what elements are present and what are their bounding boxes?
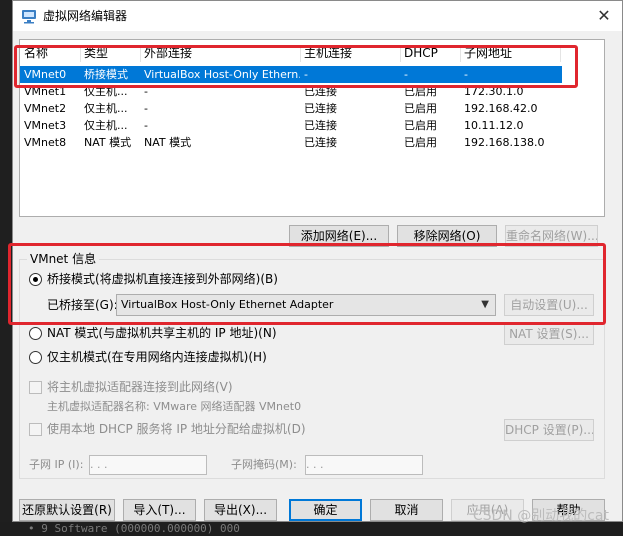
cell-type: NAT 模式	[84, 136, 132, 149]
bridged-adapter-value: VirtualBox Host-Only Ethernet Adapter	[121, 298, 334, 311]
header-type[interactable]: 类型	[84, 45, 141, 62]
import-button[interactable]: 导入(T)...	[123, 499, 196, 521]
connect-adapter-checkbox[interactable]	[29, 381, 42, 394]
cell-subnet: -	[464, 68, 468, 81]
bridged-adapter-select[interactable]: VirtualBox Host-Only Ethernet Adapter ▼	[116, 294, 496, 316]
nat-settings-button[interactable]: NAT 设置(S)...	[504, 323, 594, 345]
table-row[interactable]: VMnet3 仅主机... - 已连接 已启用 10.11.12.0	[20, 117, 604, 134]
network-list[interactable]: 名称 类型 外部连接 主机连接 DHCP 子网地址 VMnet0 桥接模式 Vi…	[19, 39, 605, 217]
cell-name: VMnet2	[24, 102, 67, 115]
hostonly-radio[interactable]	[29, 351, 42, 364]
background-terminal-strip	[0, 0, 12, 536]
use-dhcp-label: 使用本地 DHCP 服务将 IP 地址分配给虚拟机(D)	[47, 422, 306, 436]
cell-name: VMnet0	[24, 68, 67, 81]
bridged-radio[interactable]	[29, 273, 42, 286]
virtual-network-editor-window: 虚拟网络编辑器 ✕ 名称 类型 外部连接 主机连接 DHCP 子网地址 VMne…	[12, 0, 623, 522]
watermark: CSDN @别动我的cat	[472, 508, 609, 524]
rename-network-button[interactable]: 重命名网络(W)...	[505, 225, 598, 247]
remove-network-button[interactable]: 移除网络(O)	[397, 225, 497, 247]
hostonly-label: 仅主机模式(在专用网络内连接虚拟机)(H)	[47, 350, 267, 364]
close-icon[interactable]: ✕	[586, 1, 622, 31]
cell-host: 已连接	[304, 119, 337, 132]
cell-external: -	[144, 102, 148, 115]
bridged-label: 桥接模式(将虚拟机直接连接到外部网络)(B)	[47, 272, 278, 286]
cell-dhcp: 已启用	[404, 85, 437, 98]
ok-button[interactable]: 确定	[289, 499, 362, 521]
subnet-mask-label: 子网掩码(M):	[231, 458, 297, 471]
cell-external: -	[144, 85, 148, 98]
cell-host: 已连接	[304, 136, 337, 149]
cell-host: 已连接	[304, 102, 337, 115]
cell-subnet: 172.30.1.0	[464, 85, 524, 98]
cell-type: 仅主机...	[84, 85, 128, 98]
cell-host: -	[304, 68, 308, 81]
list-header: 名称 类型 外部连接 主机连接 DHCP 子网地址	[20, 45, 604, 62]
nat-radio[interactable]	[29, 327, 42, 340]
cell-host: 已连接	[304, 85, 337, 98]
table-row[interactable]: VMnet8 NAT 模式 NAT 模式 已连接 已启用 192.168.138…	[20, 134, 604, 151]
cell-dhcp: 已启用	[404, 102, 437, 115]
window-title: 虚拟网络编辑器	[43, 9, 128, 23]
header-name[interactable]: 名称	[24, 45, 81, 62]
restore-defaults-button[interactable]: 还原默认设置(R)	[19, 499, 115, 521]
subnet-ip-label: 子网 IP (I):	[29, 458, 84, 471]
nat-label: NAT 模式(与虚拟机共享主机的 IP 地址)(N)	[47, 326, 277, 340]
header-host[interactable]: 主机连接	[304, 45, 401, 62]
dhcp-settings-button[interactable]: DHCP 设置(P)...	[504, 419, 594, 441]
vmnet-info-group	[19, 259, 605, 479]
cell-subnet: 192.168.42.0	[464, 102, 538, 115]
cell-subnet: 192.168.138.0	[464, 136, 545, 149]
header-dhcp[interactable]: DHCP	[404, 45, 461, 62]
vmnet-info-label: VMnet 信息	[27, 252, 100, 266]
table-row[interactable]: VMnet2 仅主机... - 已连接 已启用 192.168.42.0	[20, 100, 604, 117]
adapter-name-label: 主机虚拟适配器名称: VMware 网络适配器 VMnet0	[47, 400, 302, 413]
header-subnet[interactable]: 子网地址	[464, 45, 561, 62]
cell-name: VMnet3	[24, 119, 67, 132]
add-network-button[interactable]: 添加网络(E)...	[289, 225, 389, 247]
auto-settings-button[interactable]: 自动设置(U)...	[504, 294, 594, 316]
chevron-down-icon: ▼	[481, 299, 489, 310]
bridged-to-label: 已桥接至(G):	[47, 298, 118, 312]
table-row[interactable]: VMnet1 仅主机... - 已连接 已启用 172.30.1.0	[20, 83, 604, 100]
cell-external: VirtualBox Host-Only Ethern...	[144, 68, 300, 81]
cell-type: 仅主机...	[84, 119, 128, 132]
subnet-mask-field[interactable]: . . .	[305, 455, 423, 475]
cell-name: VMnet8	[24, 136, 67, 149]
network-app-icon	[22, 10, 36, 24]
header-external[interactable]: 外部连接	[144, 45, 301, 62]
cell-external: -	[144, 119, 148, 132]
cell-subnet: 10.11.12.0	[464, 119, 524, 132]
cell-external: NAT 模式	[144, 136, 192, 149]
cell-name: VMnet1	[24, 85, 67, 98]
title-bar: 虚拟网络编辑器 ✕	[13, 1, 622, 31]
cell-dhcp: 已启用	[404, 119, 437, 132]
subnet-ip-field[interactable]: . . .	[89, 455, 207, 475]
table-row[interactable]: VMnet0 桥接模式 VirtualBox Host-Only Ethern.…	[20, 66, 562, 83]
export-button[interactable]: 导出(X)...	[204, 499, 277, 521]
cell-type: 桥接模式	[84, 68, 128, 81]
cell-dhcp: 已启用	[404, 136, 437, 149]
background-terminal-text: • 9 Software (000000.000000) 000	[0, 522, 623, 536]
use-dhcp-checkbox[interactable]	[29, 423, 42, 436]
connect-adapter-label: 将主机虚拟适配器连接到此网络(V)	[47, 380, 233, 394]
cancel-button[interactable]: 取消	[370, 499, 443, 521]
cell-dhcp: -	[404, 68, 408, 81]
cell-type: 仅主机...	[84, 102, 128, 115]
